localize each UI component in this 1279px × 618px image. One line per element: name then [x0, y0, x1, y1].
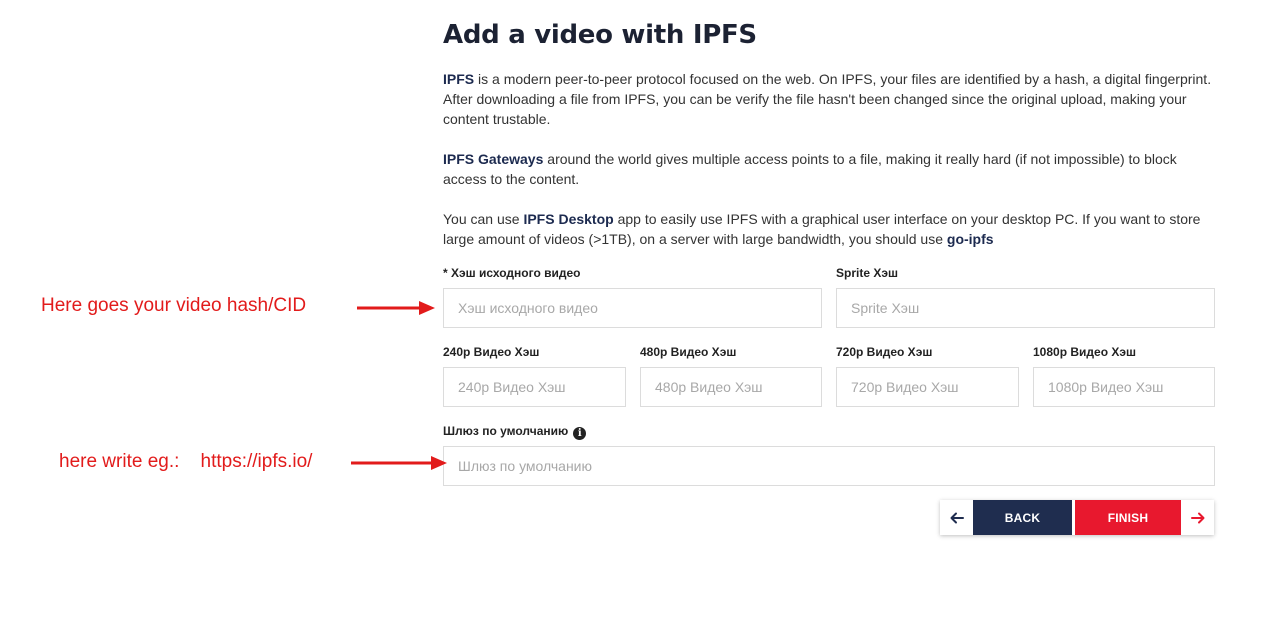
ipfs-term: IPFS — [443, 71, 475, 87]
finish-button[interactable]: FINISH — [1075, 500, 1181, 535]
hash-1080-label: 1080p Видео Хэш — [1033, 345, 1136, 359]
gateway-input[interactable] — [443, 446, 1215, 486]
hash-240-label: 240p Видео Хэш — [443, 345, 540, 359]
sprite-hash-input[interactable] — [836, 288, 1215, 328]
page-title: Add a video with IPFS — [443, 20, 757, 50]
arrow-left-icon[interactable] — [940, 500, 973, 535]
intro-paragraph-ipfs: IPFS is a modern peer-to-peer protocol f… — [443, 69, 1215, 129]
intro-paragraph-desktop: You can use IPFS Desktop app to easily u… — [443, 209, 1215, 249]
hash-annotation: Here goes your video hash/CID — [41, 295, 307, 316]
intro-paragraph-gateways: IPFS Gateways around the world gives mul… — [443, 149, 1215, 189]
ipfs-description: is a modern peer-to-peer protocol focuse… — [443, 71, 1212, 127]
source-hash-input[interactable] — [443, 288, 822, 328]
gateway-annotation-arrow — [351, 456, 447, 470]
back-button[interactable]: BACK — [973, 500, 1072, 535]
hash-1080-input[interactable] — [1033, 367, 1215, 407]
go-ipfs-term: go-ipfs — [946, 231, 994, 247]
gateways-description: around the world gives multiple access p… — [443, 151, 1177, 187]
ipfs-desktop-term: IPFS Desktop — [523, 211, 614, 227]
hash-480-label: 480p Видео Хэш — [640, 345, 737, 359]
gateway-label-row: Шлюз по умолчанию i — [443, 424, 587, 440]
hash-240-input[interactable] — [443, 367, 626, 407]
wizard-navigation: BACK FINISH — [940, 500, 1214, 535]
hash-720-input[interactable] — [836, 367, 1019, 407]
sprite-hash-label: Sprite Хэш — [836, 266, 898, 280]
gateway-annotation: here write eg.: https://ipfs.io/ — [59, 451, 313, 472]
gateways-term: IPFS Gateways — [443, 151, 544, 167]
gateway-label: Шлюз по умолчанию — [443, 424, 569, 438]
arrow-right-icon[interactable] — [1181, 500, 1214, 535]
source-hash-label: * Хэш исходного видео — [443, 266, 581, 280]
hash-annotation-arrow — [357, 301, 435, 315]
hash-480-input[interactable] — [640, 367, 822, 407]
info-icon[interactable]: i — [573, 427, 587, 440]
hash-720-label: 720p Видео Хэш — [836, 345, 933, 359]
desktop-text-a: You can use — [443, 211, 524, 227]
